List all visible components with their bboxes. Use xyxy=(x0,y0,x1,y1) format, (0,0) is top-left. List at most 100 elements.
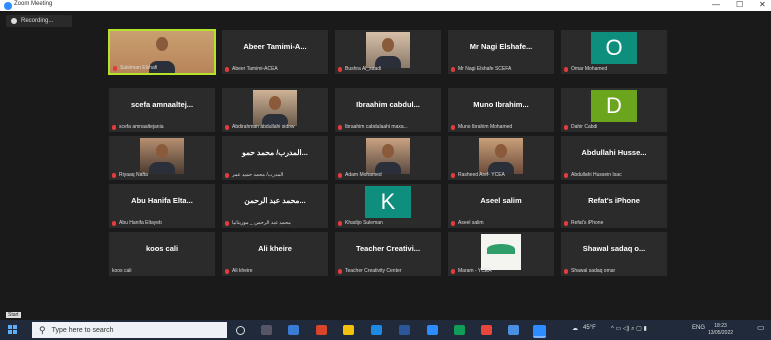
participant-tile[interactable]: Abdullahi Husse... Abdullahi Hussein Isac xyxy=(560,135,668,181)
recording-label: Recording... xyxy=(21,18,54,24)
muted-mic-icon xyxy=(451,268,455,274)
participant-name-label: Teacher Creativity Center xyxy=(338,268,401,274)
muted-mic-icon xyxy=(338,66,342,72)
participant-name-label: Ibraahim cabdulaahi maxa... xyxy=(338,124,408,130)
participant-tile[interactable]: Abeer Tamimi-A... Abeer Tamimi-ACEA xyxy=(221,29,329,75)
muted-mic-icon xyxy=(112,172,116,178)
participant-name-text: Dahir Cabdi xyxy=(571,124,598,130)
participant-tile[interactable]: scefa amnaaltej... scefa amnaaltejania xyxy=(108,87,216,133)
participant-tile[interactable]: Suleiman Elshafi xyxy=(108,29,216,75)
person-head xyxy=(382,38,394,52)
participant-display-name: Abeer Tamimi-A... xyxy=(243,42,307,51)
participant-tile[interactable]: Abu Hanifa Elta... Abu Hanifa Eltayeb xyxy=(108,183,216,229)
person-head xyxy=(269,96,281,110)
participant-name-text: Bushra Al_saadi xyxy=(345,66,382,72)
participant-name-label: Riyaaq Nafta xyxy=(112,172,148,178)
muted-mic-icon xyxy=(564,220,568,226)
participant-name-label: Rasheed Aref- YCEA xyxy=(451,172,505,178)
muted-mic-icon xyxy=(112,220,116,226)
participant-tile[interactable]: محمد عبد الرحمن... محمد عبد الرحمن _ موري… xyxy=(221,183,329,229)
app-icon[interactable] xyxy=(508,325,519,335)
participant-name-label: Muno Ibrahim Mohamed xyxy=(451,124,512,130)
participant-name-text: Mr Nagi Elshafe SCEFA xyxy=(458,66,512,72)
participant-tile[interactable]: koos cali koos cali xyxy=(108,231,216,277)
participant-tile[interactable]: Maram - YCEA xyxy=(447,231,555,277)
participant-display-name: koos cali xyxy=(145,244,179,253)
recording-indicator[interactable]: Recording... xyxy=(6,15,72,27)
maximize-button[interactable]: ☐ xyxy=(736,0,743,10)
participant-tile[interactable]: Adam Mohamed xyxy=(334,135,442,181)
mail-icon[interactable] xyxy=(427,325,438,335)
edge-icon[interactable] xyxy=(288,325,299,335)
participant-tile[interactable]: المدرب/ محمد حمو... المدرب/ محمد حميد عمر xyxy=(221,135,329,181)
participant-tile[interactable]: Teacher Creativi... Teacher Creativity Ce… xyxy=(334,231,442,277)
word-icon[interactable] xyxy=(399,325,410,335)
participant-name-text: المدرب/ محمد حميد عمر xyxy=(232,172,284,178)
participant-display-name: المدرب/ محمد حمو... xyxy=(242,148,308,157)
participant-avatar: D xyxy=(591,90,637,122)
zoom-app-icon xyxy=(4,2,12,10)
participant-name-text: koos cali xyxy=(112,268,132,274)
participant-tile[interactable]: Refat's iPhone Refat's iPhone xyxy=(560,183,668,229)
taskbar-search-box[interactable]: ⚲ Type here to search xyxy=(32,322,227,338)
clock[interactable]: 18:23 13/05/2022 xyxy=(708,323,733,337)
participant-display-name: Aseel salim xyxy=(480,196,522,205)
language-indicator[interactable]: ENG xyxy=(692,325,705,331)
close-button[interactable]: ✕ xyxy=(759,0,766,10)
participant-tile[interactable]: Ali kheire Ali kheire xyxy=(221,231,329,277)
participant-avatar: K xyxy=(365,186,411,218)
muted-mic-icon xyxy=(451,124,455,130)
office-icon[interactable] xyxy=(316,325,327,335)
zoom-taskbar-icon[interactable] xyxy=(533,325,546,338)
meeting-gallery: Recording... Suleiman Elshafi Abeer Tamim… xyxy=(0,11,771,320)
participant-tile[interactable]: Mr Nagi Elshafe... Mr Nagi Elshafe SCEFA xyxy=(447,29,555,75)
notification-icon[interactable]: ▭ xyxy=(757,323,765,332)
participant-display-name: Ali kheire xyxy=(258,244,292,253)
participant-tile[interactable]: Muno Ibrahim... Muno Ibrahim Mohamed xyxy=(447,87,555,133)
participant-name-label: Aseel salim xyxy=(451,220,484,226)
participant-name-text: Suleiman Elshafi xyxy=(120,65,158,71)
file-explorer-icon[interactable] xyxy=(343,325,354,335)
weather-icon[interactable]: ☁ xyxy=(572,325,578,332)
participant-display-name: Ibraahim cabdul... xyxy=(356,100,420,109)
participant-tile[interactable]: O Omar Mohamed xyxy=(560,29,668,75)
participant-name-label: Dahir Cabdi xyxy=(564,124,597,130)
muted-mic-icon xyxy=(451,220,455,226)
muted-mic-icon xyxy=(338,220,342,226)
participant-tile[interactable]: K Khadijo Suleman xyxy=(334,183,442,229)
start-label: Start xyxy=(6,312,21,318)
window-title: Zoom Meeting xyxy=(14,1,53,7)
browser-icon[interactable] xyxy=(454,325,465,335)
participant-tile[interactable]: D Dahir Cabdi xyxy=(560,87,668,133)
participant-video xyxy=(479,138,523,174)
participant-tile[interactable]: Aseel salim Aseel salim xyxy=(447,183,555,229)
clock-time: 18:23 xyxy=(714,323,727,329)
participant-tile[interactable]: Riyaaq Nafta xyxy=(108,135,216,181)
participant-tile[interactable]: Rasheed Aref- YCEA xyxy=(447,135,555,181)
participant-avatar: O xyxy=(591,32,637,64)
cortana-icon[interactable] xyxy=(236,326,245,335)
participant-name-label: Adam Mohamed xyxy=(338,172,382,178)
recording-icon xyxy=(11,18,17,24)
participant-name-text: Omar Mohamed xyxy=(571,66,608,72)
participant-name-text: محمد عبد الرحمن _ موريتانيا xyxy=(232,220,291,226)
participant-tile[interactable]: Bushra Al_saadi xyxy=(334,29,442,75)
minimize-button[interactable]: — xyxy=(712,0,720,10)
participant-tile[interactable]: Ibraahim cabdul... Ibraahim cabdulaahi ma… xyxy=(334,87,442,133)
participant-tile[interactable]: Abdirahman abdullahi sidow xyxy=(221,87,329,133)
participant-tile[interactable]: Shawal sadaq o... Shawal sadaq omar xyxy=(560,231,668,277)
participant-name-text: Abdullahi Hussein Isac xyxy=(571,172,622,178)
tray-icons[interactable]: ^ ▭ ◁) ⌕ ▢ ▮ xyxy=(611,325,647,333)
task-view-icon[interactable] xyxy=(261,325,272,335)
windows-start-icon[interactable] xyxy=(8,325,17,334)
participant-video xyxy=(253,90,297,126)
participant-name-label: scefa amnaaltejania xyxy=(112,124,163,130)
temperature[interactable]: 45°F xyxy=(583,325,596,331)
muted-mic-icon xyxy=(225,172,229,178)
muted-mic-icon xyxy=(338,268,342,274)
person-head xyxy=(382,144,394,158)
store-icon[interactable] xyxy=(371,325,382,335)
person-head xyxy=(156,37,168,51)
chrome-icon[interactable] xyxy=(481,325,492,335)
participant-name-text: Teacher Creativity Center xyxy=(345,268,402,274)
